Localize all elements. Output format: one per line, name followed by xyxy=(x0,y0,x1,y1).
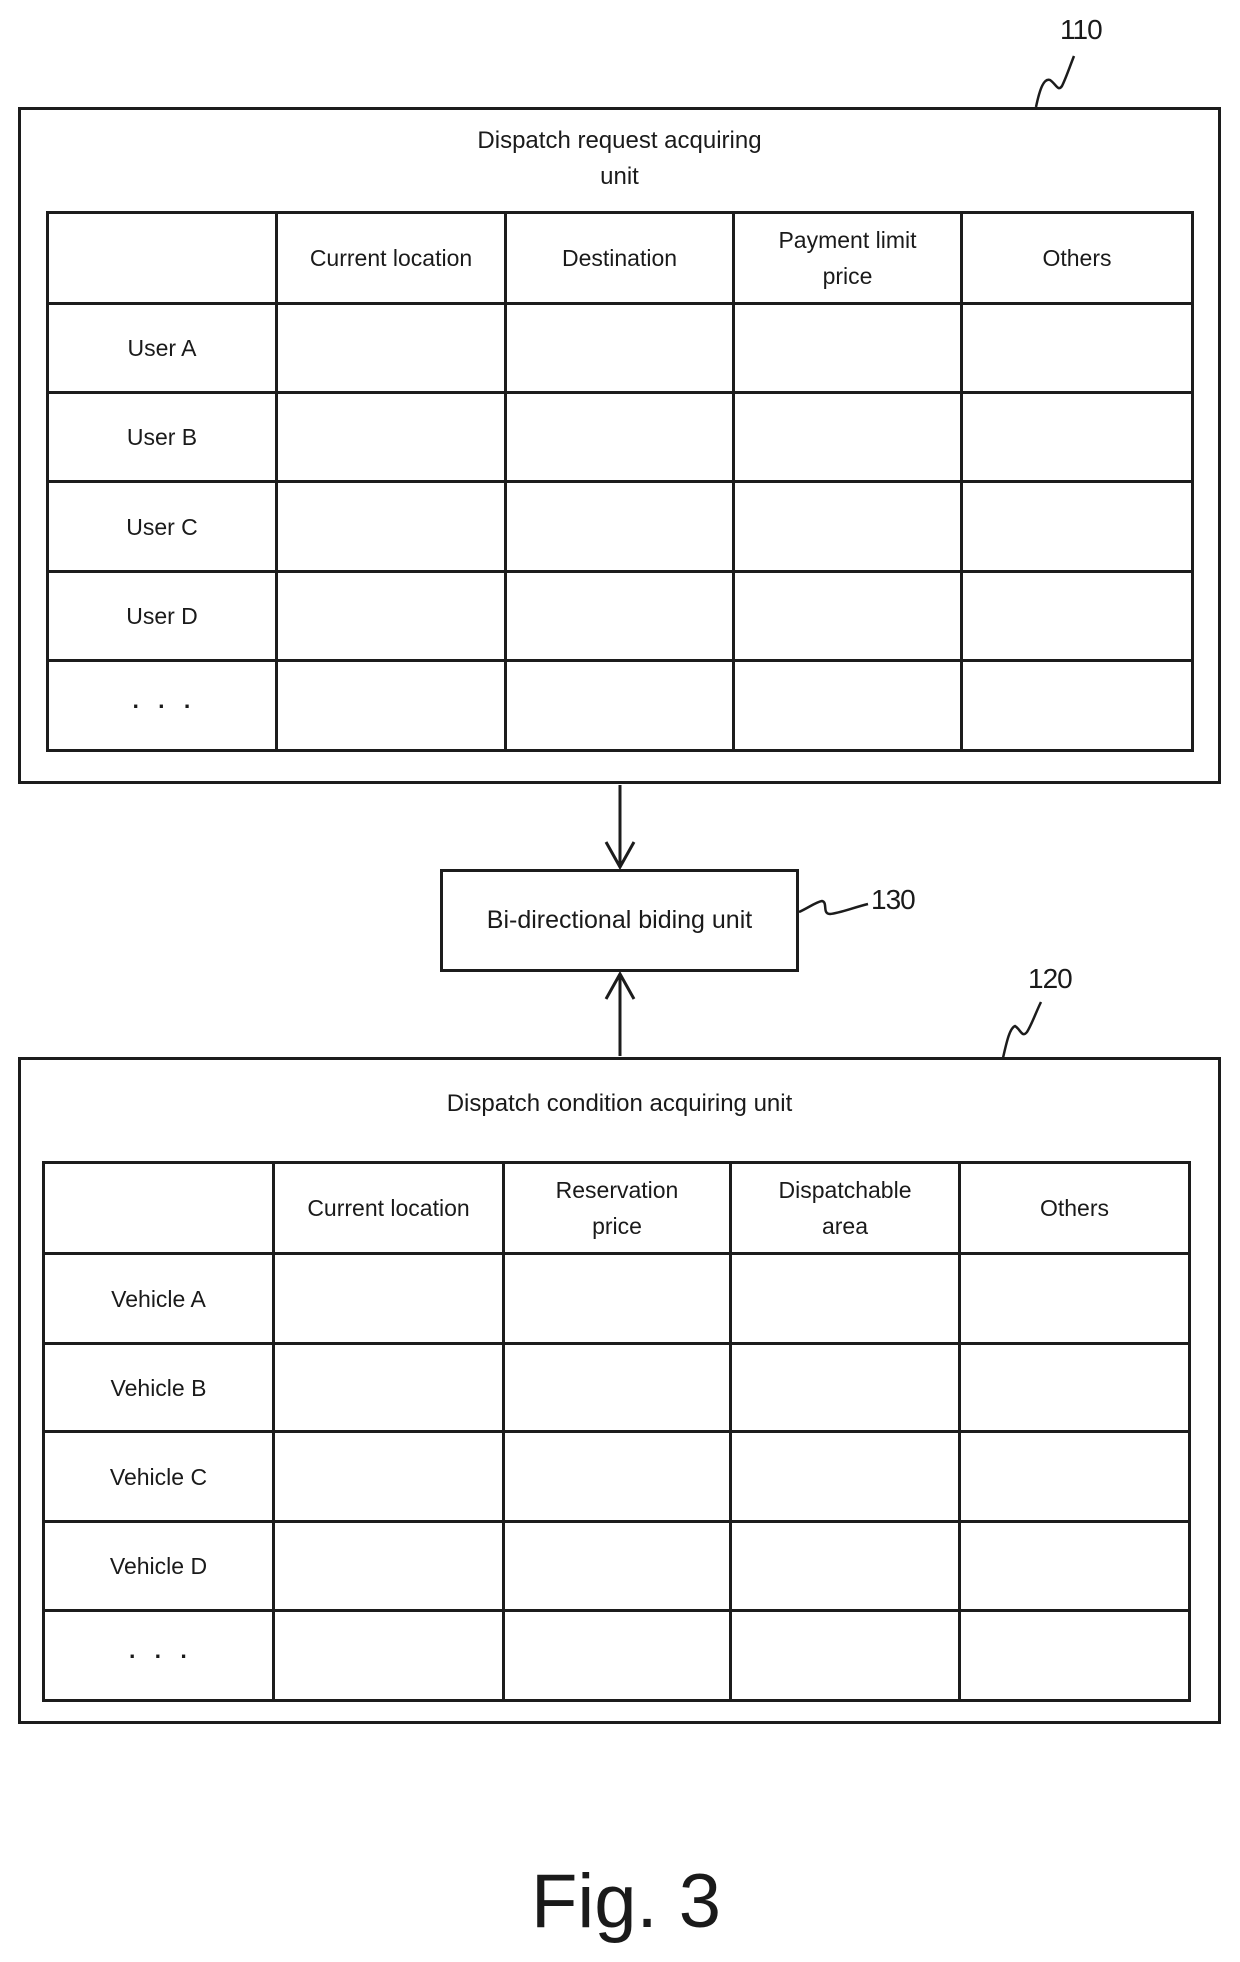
row-label: Vehicle A xyxy=(42,1252,275,1345)
table-cell xyxy=(958,1609,1191,1702)
table-header-row: Current location Destination Payment lim… xyxy=(46,211,1194,305)
table-cell xyxy=(504,659,735,752)
table-cell xyxy=(958,1520,1191,1612)
table-cell xyxy=(729,1342,961,1433)
vehicle-condition-table: Current location Reservation price Dispa… xyxy=(42,1161,1191,1702)
table-row: User C xyxy=(46,480,1194,573)
table-cell xyxy=(958,1252,1191,1345)
table-cell xyxy=(272,1609,505,1702)
row-label: Vehicle D xyxy=(42,1520,275,1612)
header-cell-corner xyxy=(42,1161,275,1255)
leader-line-120 xyxy=(1001,1001,1043,1059)
header-cell-reservation-price: Reservation price xyxy=(502,1161,732,1255)
bidding-unit-label: Bi-directional biding unit xyxy=(486,906,753,934)
table-cell xyxy=(732,302,963,394)
row-label: Vehicle C xyxy=(42,1430,275,1523)
row-label: Vehicle B xyxy=(42,1342,275,1433)
table-cell xyxy=(960,302,1194,394)
row-label: User C xyxy=(46,480,278,573)
leader-line-110 xyxy=(1034,55,1076,108)
table-row: Vehicle D xyxy=(42,1520,1191,1612)
ref-label-130: 130 xyxy=(871,884,916,915)
bi-directional-bidding-unit: Bi-directional biding unit xyxy=(440,869,799,972)
row-label: User A xyxy=(46,302,278,394)
table-row: User D xyxy=(46,570,1194,662)
table-cell xyxy=(275,391,507,483)
table-cell xyxy=(502,1520,732,1612)
header-cell-others: Others xyxy=(960,211,1194,305)
user-request-table: Current location Destination Payment lim… xyxy=(46,211,1194,752)
header-cell-current-location: Current location xyxy=(275,211,507,305)
table-cell xyxy=(502,1430,732,1523)
table-row: User B xyxy=(46,391,1194,483)
table-cell xyxy=(272,1430,505,1523)
unit-title: Dispatch condition acquiring unit xyxy=(446,1090,793,1117)
row-label-ellipsis: ··· xyxy=(42,1609,275,1702)
table-cell xyxy=(729,1609,961,1702)
table-cell xyxy=(504,570,735,662)
table-row: Vehicle A xyxy=(42,1252,1191,1345)
header-cell-payment-limit-price: Payment limit price xyxy=(732,211,963,305)
leader-line-130 xyxy=(798,899,869,916)
table-cell xyxy=(275,302,507,394)
table-cell xyxy=(732,570,963,662)
table-row: ··· xyxy=(42,1609,1191,1702)
header-cell-others: Others xyxy=(958,1161,1191,1255)
table-row: Vehicle C xyxy=(42,1430,1191,1523)
header-cell-current-location: Current location xyxy=(272,1161,505,1255)
table-cell xyxy=(502,1609,732,1702)
table-cell xyxy=(732,659,963,752)
table-cell xyxy=(504,302,735,394)
table-header-row: Current location Reservation price Dispa… xyxy=(42,1161,1191,1255)
table-cell xyxy=(275,570,507,662)
table-cell xyxy=(960,391,1194,483)
table-row: User A xyxy=(46,302,1194,394)
table-cell xyxy=(960,480,1194,573)
row-label: User D xyxy=(46,570,278,662)
unit-title: Dispatch request acquiring unit xyxy=(477,127,762,190)
table-row: Vehicle B xyxy=(42,1342,1191,1433)
ref-label-120: 120 xyxy=(1028,963,1073,994)
table-cell xyxy=(729,1520,961,1612)
table-cell xyxy=(502,1252,732,1345)
table-cell xyxy=(275,480,507,573)
table-row: ··· xyxy=(46,659,1194,752)
header-cell-dispatchable-area: Dispatchable area xyxy=(729,1161,961,1255)
figure-caption: Fig. 3 xyxy=(530,1859,722,1944)
table-cell xyxy=(504,391,735,483)
row-label: User B xyxy=(46,391,278,483)
header-cell-destination: Destination xyxy=(504,211,735,305)
table-cell xyxy=(504,480,735,573)
row-label-ellipsis: ··· xyxy=(46,659,278,752)
table-cell xyxy=(958,1342,1191,1433)
table-cell xyxy=(272,1520,505,1612)
arrow-down-icon xyxy=(604,785,636,871)
table-cell xyxy=(729,1252,961,1345)
table-cell xyxy=(958,1430,1191,1523)
table-cell xyxy=(729,1430,961,1523)
table-cell xyxy=(275,659,507,752)
table-cell xyxy=(272,1252,505,1345)
table-cell xyxy=(502,1342,732,1433)
table-cell xyxy=(960,659,1194,752)
table-cell xyxy=(732,480,963,573)
arrow-up-icon xyxy=(604,970,636,1056)
table-cell xyxy=(272,1342,505,1433)
header-cell-corner xyxy=(46,211,278,305)
ref-label-110: 110 xyxy=(1060,14,1103,45)
table-cell xyxy=(732,391,963,483)
table-cell xyxy=(960,570,1194,662)
